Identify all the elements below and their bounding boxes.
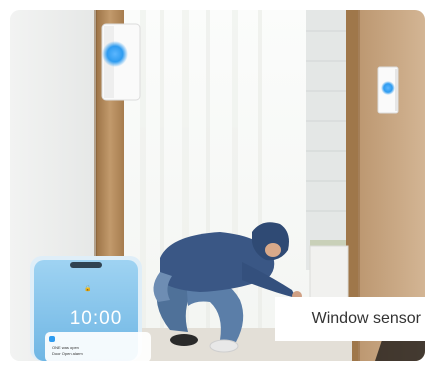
window-sensor-unit [377, 66, 399, 114]
window-blinds [306, 10, 346, 270]
notification-line-2: Door Open alarm [52, 351, 83, 356]
caption-box: Window sensor [275, 297, 425, 341]
door-sensor-main [101, 23, 141, 101]
caption-text: Window sensor [311, 310, 421, 327]
phone-clock: 10:00 [69, 308, 123, 329]
notification-line-1: ONE was open [52, 345, 79, 350]
app-icon [49, 336, 55, 342]
phone-notification: ONE was open Door Open alarm [45, 332, 151, 361]
product-photo: 🔒 10:00 ONE was open Door Open alarm Win… [10, 10, 425, 361]
svg-text:🔒: 🔒 [84, 284, 91, 292]
